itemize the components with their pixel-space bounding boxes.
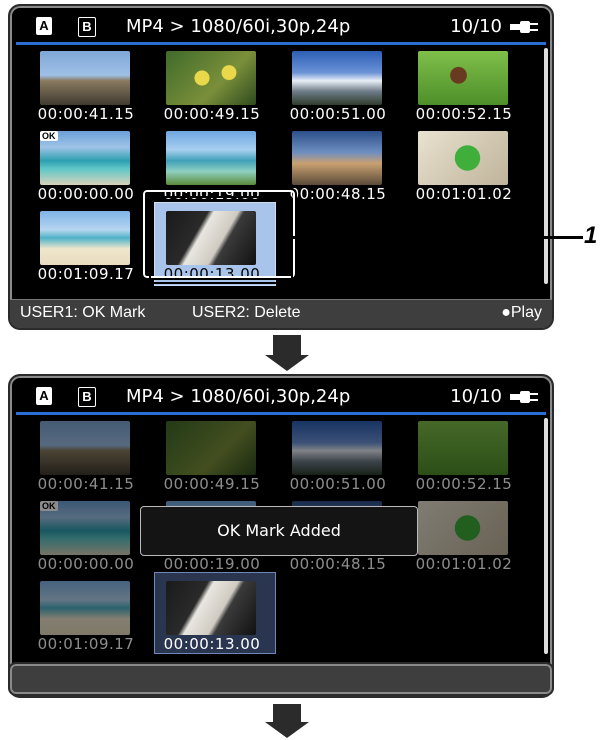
thumbnail-item[interactable]: 00:00:49.15 [142, 418, 268, 496]
thumbnail-image [40, 211, 130, 265]
thumbnail-item[interactable]: 00:00:49.15 [142, 48, 268, 126]
thumbnail-image [40, 581, 130, 635]
thumbnail-item-selected[interactable]: 00:00:13.00 [142, 578, 268, 656]
timecode: 00:00:00.00 [37, 555, 135, 573]
thumbnail-item[interactable]: 00:01:01.02 [394, 128, 520, 206]
ok-mark-badge: OK [40, 131, 58, 141]
thumbnail-image [418, 501, 508, 555]
callout-number: 1 [584, 222, 598, 249]
clip-count: 10/10 [450, 16, 502, 37]
button-guide-bar: USER1: OK Mark USER2: Delete ●Play [10, 299, 552, 328]
timecode: 00:00:41.15 [37, 475, 135, 493]
clip-count: 10/10 [450, 386, 502, 407]
timecode: 00:01:09.17 [37, 635, 135, 653]
thumbnail-item[interactable]: 00:01:09.17 [16, 578, 142, 656]
header-accent-bar [16, 42, 546, 45]
timecode: 00:00:49.15 [163, 475, 261, 493]
timecode: 00:01:09.17 [37, 265, 135, 283]
timecode: 00:00:51.00 [289, 105, 387, 123]
button-guide-bar-empty [8, 662, 554, 696]
timecode: 00:01:01.02 [415, 555, 513, 573]
thumbnail-image [166, 51, 256, 105]
timecode: 00:00:13.00 [163, 635, 261, 653]
thumbnail-image: OK [40, 501, 130, 555]
thumbnail-image [418, 51, 508, 105]
user1-guide: USER1: OK Mark [20, 304, 146, 321]
callout-frame-inner [149, 196, 293, 284]
power-plug-icon [510, 21, 538, 33]
play-guide: ●Play [501, 304, 542, 321]
format-label: MP4 > 1080/60i,30p,24p [126, 386, 351, 407]
browse-screen-after: A B MP4 > 1080/60i,30p,24p 10/10 00:00:4… [8, 374, 554, 698]
scrollbar[interactable] [544, 48, 548, 284]
slot-b-icon: B [78, 17, 96, 37]
timecode: 00:00:19.00 [163, 555, 261, 573]
thumbnail-item[interactable]: 00:00:52.15 [394, 48, 520, 126]
down-arrow-icon [273, 335, 301, 355]
slot-b-icon: B [78, 387, 96, 407]
thumbnail-item[interactable]: 00:00:52.15 [394, 418, 520, 496]
header-bar: A B MP4 > 1080/60i,30p,24p 10/10 [16, 12, 546, 42]
thumbnail-item[interactable]: 00:00:51.00 [268, 48, 394, 126]
callout-leader-line [293, 236, 583, 239]
thumbnail-item[interactable]: 00:01:09.17 [16, 208, 142, 286]
timecode: 00:00:52.15 [415, 105, 513, 123]
thumbnail-item[interactable]: 00:00:51.00 [268, 418, 394, 496]
thumbnail-image [166, 421, 256, 475]
user2-guide: USER2: Delete [192, 304, 301, 321]
power-plug-icon [510, 391, 538, 403]
slot-a-icon: A [36, 387, 52, 405]
thumbnail-image [292, 51, 382, 105]
thumbnail-item[interactable]: 00:00:41.15 [16, 48, 142, 126]
ok-mark-added-message: OK Mark Added [140, 506, 418, 556]
timecode: 00:00:41.15 [37, 105, 135, 123]
timecode: 00:00:48.15 [289, 555, 387, 573]
down-arrow-tip [265, 722, 309, 738]
thumbnail-image [292, 131, 382, 185]
thumbnail-image [40, 51, 130, 105]
thumbnail-image [418, 131, 508, 185]
timecode: 00:00:49.15 [163, 105, 261, 123]
format-label: MP4 > 1080/60i,30p,24p [126, 16, 351, 37]
ok-mark-badge: OK [40, 501, 58, 511]
thumbnail-image [292, 421, 382, 475]
slot-a-icon: A [36, 17, 52, 35]
down-arrow-tip [265, 355, 309, 371]
down-arrow-icon [273, 704, 301, 724]
thumbnail-image [166, 131, 256, 185]
header-accent-bar [16, 412, 546, 415]
header-bar: A B MP4 > 1080/60i,30p,24p 10/10 [16, 382, 546, 412]
timecode: 00:00:00.00 [37, 185, 135, 203]
thumbnail-image [418, 421, 508, 475]
scrollbar[interactable] [544, 418, 548, 654]
timecode: 00:00:51.00 [289, 475, 387, 493]
thumbnail-image [166, 581, 256, 635]
thumbnail-image: OK [40, 131, 130, 185]
thumbnail-image [40, 421, 130, 475]
thumbnail-item[interactable]: OK 00:00:00.00 [16, 128, 142, 206]
timecode: 00:01:01.02 [415, 185, 513, 203]
thumbnail-item[interactable]: 00:00:41.15 [16, 418, 142, 496]
thumbnail-item[interactable]: OK 00:00:00.00 [16, 498, 142, 576]
timecode: 00:00:52.15 [415, 475, 513, 493]
